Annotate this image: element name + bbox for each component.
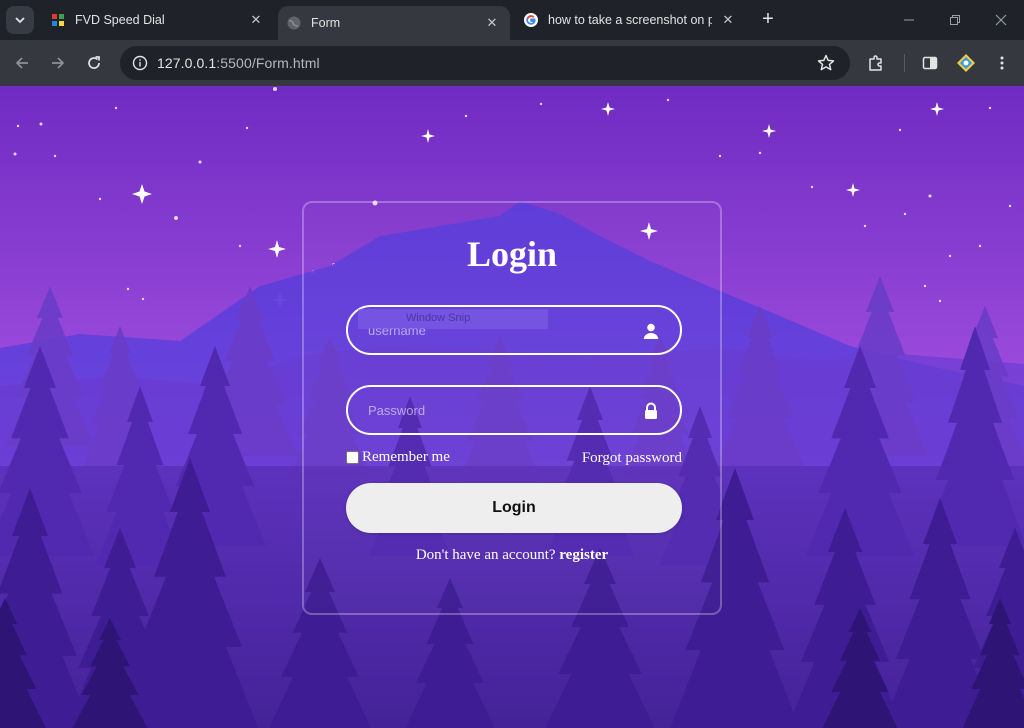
tab-fvd-speed-dial[interactable]: FVD Speed Dial ✕ bbox=[42, 0, 274, 40]
toolbar-divider bbox=[904, 54, 905, 72]
site-info-icon[interactable] bbox=[128, 51, 152, 75]
close-tab-icon[interactable]: ✕ bbox=[720, 12, 736, 28]
login-button[interactable]: Login bbox=[346, 483, 682, 533]
close-tab-icon[interactable]: ✕ bbox=[484, 15, 500, 31]
page-viewport: Login Window Snip Remember me Forgot pas… bbox=[0, 86, 1024, 728]
minimize-button[interactable] bbox=[886, 0, 932, 40]
reload-button[interactable] bbox=[80, 49, 108, 77]
register-prompt-text: Don't have an account? bbox=[415, 547, 560, 563]
password-field-wrapper bbox=[346, 385, 682, 435]
tab-title: Form bbox=[311, 16, 341, 30]
remember-me-option[interactable]: Remember me bbox=[346, 449, 450, 466]
more-menu-button[interactable] bbox=[991, 52, 1013, 74]
arrow-right-icon bbox=[52, 57, 65, 69]
reload-icon bbox=[88, 56, 100, 69]
forgot-password-link[interactable]: Forgot password bbox=[582, 450, 682, 467]
remember-me-label: Remember me bbox=[362, 449, 450, 465]
url-host: 127.0.0.1 bbox=[157, 55, 217, 71]
tab-form[interactable]: Form ✕ bbox=[278, 6, 510, 40]
restore-button[interactable] bbox=[932, 0, 978, 40]
new-tab-button[interactable]: + bbox=[756, 8, 780, 32]
address-bar[interactable]: 127.0.0.1:5500/Form.html bbox=[120, 46, 850, 80]
side-panel-button[interactable] bbox=[919, 52, 941, 74]
tab-google-search[interactable]: how to take a screenshot on pc ✕ bbox=[514, 0, 746, 40]
login-form-card: Login Window Snip Remember me Forgot pas… bbox=[302, 201, 722, 615]
tab-title: FVD Speed Dial bbox=[75, 13, 165, 27]
password-input[interactable] bbox=[348, 387, 680, 433]
lock-icon bbox=[645, 402, 657, 419]
window-snip-overlay: Window Snip bbox=[358, 309, 548, 329]
puzzle-piece-icon bbox=[869, 55, 882, 71]
profile-icon bbox=[957, 54, 975, 72]
back-button[interactable] bbox=[8, 49, 36, 77]
register-link[interactable]: register bbox=[559, 547, 608, 563]
minimize-icon bbox=[904, 19, 914, 21]
browser-toolbar: 127.0.0.1:5500/Form.html bbox=[0, 40, 1024, 86]
close-tab-icon[interactable]: ✕ bbox=[248, 12, 264, 28]
fvd-speed-dial-icon bbox=[52, 14, 64, 26]
side-panel-icon bbox=[922, 56, 938, 70]
close-icon bbox=[995, 14, 1007, 26]
remember-me-checkbox[interactable] bbox=[346, 451, 359, 464]
tab-title: how to take a screenshot on pc bbox=[548, 13, 712, 27]
user-icon bbox=[643, 323, 659, 339]
tab-strip: FVD Speed Dial ✕ Form ✕ how to take a sc… bbox=[0, 0, 1024, 40]
kebab-menu-icon bbox=[1000, 56, 1004, 70]
restore-icon bbox=[950, 15, 960, 25]
bookmark-star-icon[interactable] bbox=[816, 53, 836, 73]
chevron-down-icon bbox=[15, 17, 25, 24]
globe-icon bbox=[287, 16, 301, 30]
forward-button[interactable] bbox=[44, 49, 72, 77]
extensions-button[interactable] bbox=[865, 52, 887, 74]
register-prompt: Don't have an account? register bbox=[304, 547, 720, 564]
google-icon bbox=[524, 13, 538, 27]
url-text: 127.0.0.1:5500/Form.html bbox=[157, 55, 320, 71]
remember-forgot-row: Remember me Forgot password bbox=[346, 449, 682, 469]
profile-avatar[interactable] bbox=[955, 52, 977, 74]
tab-search-button[interactable] bbox=[6, 6, 34, 34]
page-title: Login bbox=[466, 234, 558, 274]
arrow-left-icon bbox=[15, 57, 28, 69]
url-path: :5500/Form.html bbox=[216, 55, 320, 71]
close-window-button[interactable] bbox=[978, 0, 1024, 40]
